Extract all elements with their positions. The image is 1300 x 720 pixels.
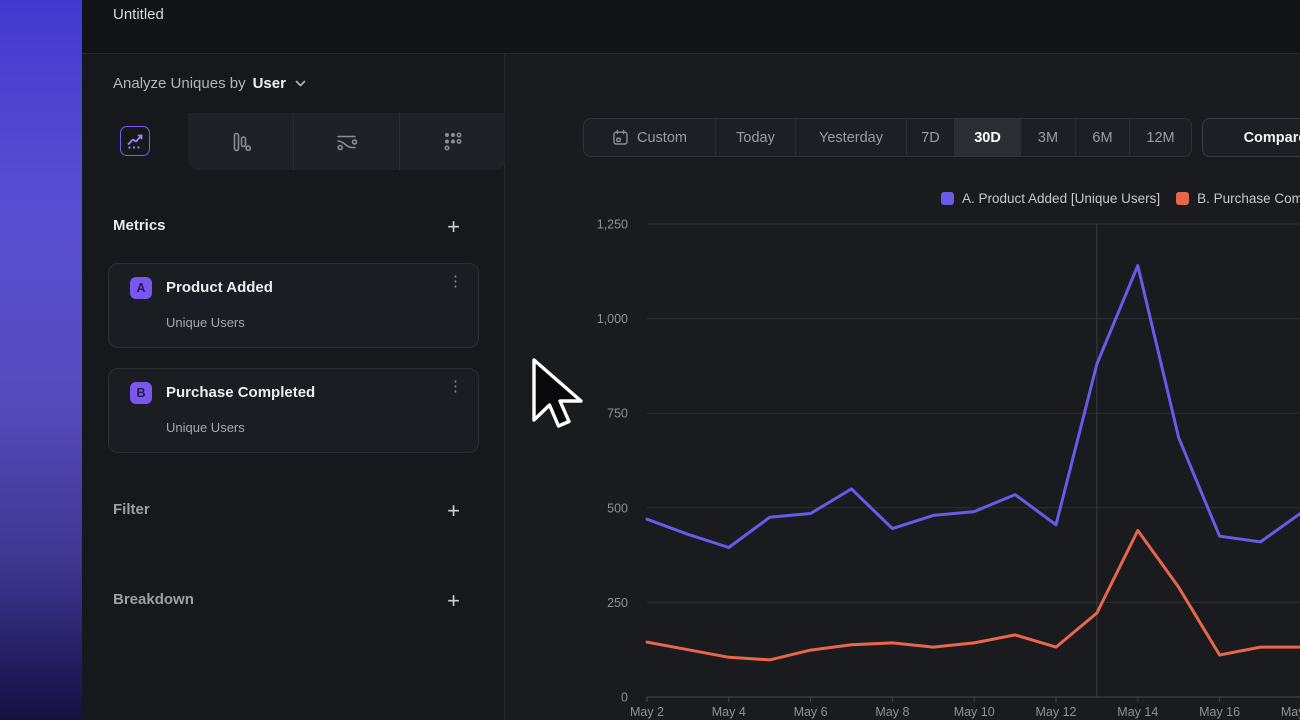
legend-swatch-b <box>1176 192 1189 205</box>
chevron-down-icon[interactable] <box>295 80 306 87</box>
add-filter-button[interactable]: + <box>447 501 460 521</box>
chart-type-tabs <box>82 113 505 170</box>
app-window: Untitled Analyze Uniques by User <box>82 0 1300 720</box>
background-gradient-strip <box>0 0 82 720</box>
funnel-dots-icon <box>441 130 465 154</box>
metric-badge-a: A <box>130 277 152 299</box>
filter-header: Filter <box>113 501 150 518</box>
range-6m[interactable]: 6M <box>1075 119 1129 156</box>
calendar-icon <box>612 129 629 146</box>
metric-name: Product Added <box>166 279 273 296</box>
range-label: Today <box>736 130 775 146</box>
analyze-label: Analyze Uniques by <box>113 75 246 92</box>
range-3m[interactable]: 3M <box>1020 119 1075 156</box>
metric-measurement[interactable]: Unique Users <box>166 420 245 435</box>
range-label: 12M <box>1146 130 1174 146</box>
tab-bar-chart[interactable] <box>188 113 293 170</box>
bar-chart-icon <box>229 130 253 154</box>
range-label: Custom <box>637 130 687 146</box>
chart-type-tab-group <box>188 113 505 170</box>
metric-card-purchase-completed[interactable]: B Purchase Completed Unique Users ⋮ <box>108 368 479 453</box>
add-breakdown-button[interactable]: + <box>447 591 460 611</box>
metric-measurement[interactable]: Unique Users <box>166 315 245 330</box>
range-today[interactable]: Today <box>715 119 795 156</box>
legend-label: B. Purchase Completed [Unique Users] <box>1197 191 1300 206</box>
analyze-entity-dropdown[interactable]: User <box>253 75 286 92</box>
tab-funnel-dots[interactable] <box>399 113 505 170</box>
metrics-header: Metrics <box>113 217 166 234</box>
legend-item-b[interactable]: B. Purchase Completed [Unique Users] <box>1176 191 1300 206</box>
add-metric-button[interactable]: + <box>447 217 460 237</box>
range-label: 3M <box>1038 130 1058 146</box>
range-label: Yesterday <box>819 130 883 146</box>
metric-badge-b: B <box>130 382 152 404</box>
metric-options-kebab-icon[interactable]: ⋮ <box>448 278 463 285</box>
compare-button[interactable]: Compare <box>1202 118 1300 157</box>
tab-flow[interactable] <box>293 113 399 170</box>
range-yesterday[interactable]: Yesterday <box>795 119 906 156</box>
tab-line-chart[interactable] <box>120 126 150 156</box>
date-range-segmented-control: Custom Today Yesterday 7D 30D 3M 6M 12M <box>583 118 1192 157</box>
legend-label: A. Product Added [Unique Users] <box>962 191 1160 206</box>
legend-swatch-a <box>941 192 954 205</box>
chart-legend: A. Product Added [Unique Users] B. Purch… <box>941 191 1300 206</box>
range-label: 30D <box>974 130 1001 146</box>
range-7d[interactable]: 7D <box>906 119 954 156</box>
range-label: 6M <box>1092 130 1112 146</box>
range-30d[interactable]: 30D <box>954 119 1020 156</box>
line-chart-icon <box>125 131 145 151</box>
top-bar: Untitled <box>82 0 1300 54</box>
breakdown-header: Breakdown <box>113 591 194 608</box>
legend-item-a[interactable]: A. Product Added [Unique Users] <box>941 191 1160 206</box>
sidebar: Analyze Uniques by User <box>82 54 505 720</box>
analyze-row: Analyze Uniques by User <box>82 54 505 113</box>
range-label: 7D <box>921 130 940 146</box>
metric-card-product-added[interactable]: A Product Added Unique Users ⋮ <box>108 263 479 348</box>
range-custom[interactable]: Custom <box>584 119 715 156</box>
metric-name: Purchase Completed <box>166 384 315 401</box>
flow-icon <box>334 130 360 154</box>
metric-options-kebab-icon[interactable]: ⋮ <box>448 383 463 390</box>
report-title[interactable]: Untitled <box>113 6 164 23</box>
range-12m[interactable]: 12M <box>1129 119 1191 156</box>
